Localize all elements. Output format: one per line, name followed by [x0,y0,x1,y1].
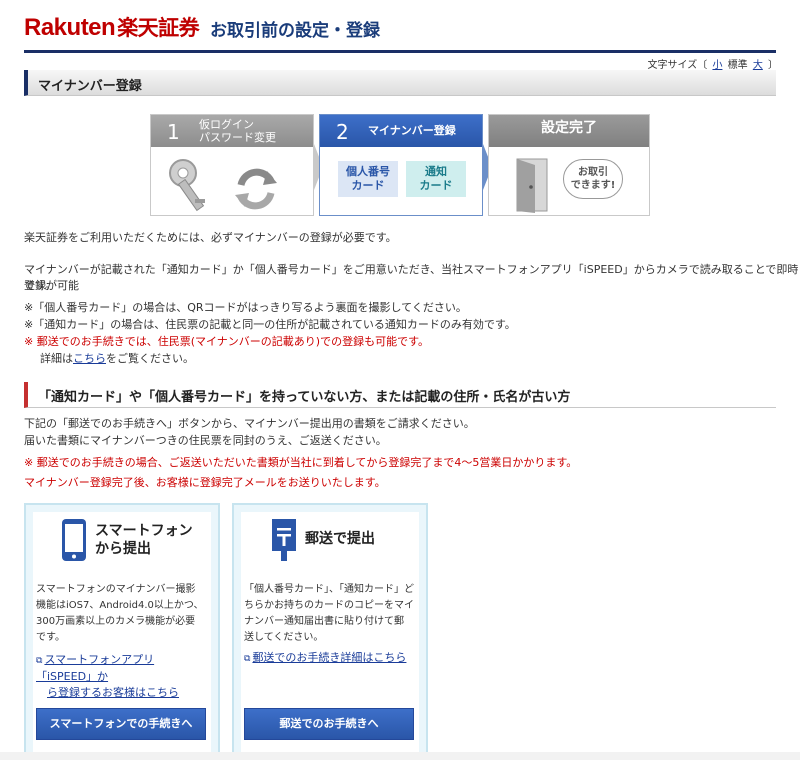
card-b-line1: 通知 [425,165,447,178]
step-2-number: 2 [336,120,349,144]
step-1-label-line2: パスワード変更 [199,131,276,144]
step-2-header: 2 マイナンバー登録 [320,115,482,147]
step-2-my-number: 2 マイナンバー登録 個人番号 カード 通知 カード [319,114,483,216]
intro-note-3: ※ 郵送でのお手続きでは、住民票(マイナンバーの記載あり)での登録も可能です。 [24,335,429,348]
smartphone-box-inner: スマートフォン から提出 スマートフォンのマイナンバー撮影 機能はiOS7、An… [33,512,211,756]
door-icon [516,158,548,213]
step-1-header: 1 仮ログイン パスワード変更 [151,115,313,147]
page-header: Rakuten楽天証券 お取引前の設定・登録 [0,0,800,53]
individual-number-card-tag: 個人番号 カード [338,161,398,197]
smartphone-submission-box: スマートフォン から提出 スマートフォンのマイナンバー撮影 機能はiOS7、An… [24,503,220,760]
logo-jp: 楽天証券 [117,17,200,40]
smartphone-procedure-button[interactable]: スマートフォンでの手続きへ [36,708,206,740]
smartphone-box-body: スマートフォンのマイナンバー撮影 機能はiOS7、Android4.0以上かつ、… [36,582,208,646]
no-card-subheading-bar: 「通知カード」や「個人番号カード」を持っていない方、または記載の住所・氏名が古い… [24,382,776,408]
section-title-bar: マイナンバー登録 [24,70,776,96]
note-4-pre: 詳細は [40,352,73,365]
smartphone-title-line2: から提出 [95,541,151,557]
sync-icon [235,168,277,210]
step-3-header: 設定完了 [489,115,649,147]
external-window-icon: ⧉ [36,656,43,666]
mail-info-line-1: 下記の「郵送でのお手続きへ」ボタンから、マイナンバー提出用の書類をご請求ください… [24,417,475,430]
mail-procedure-button[interactable]: 郵送でのお手続きへ [244,708,414,740]
font-size-switcher: 文字サイズ〔 小 標準 大 〕 [648,56,778,71]
header-divider [24,50,776,53]
smartphone-box-title: スマートフォン から提出 [95,522,193,558]
ispeed-link-line1[interactable]: スマートフォンアプリ「iSPEED」か [36,653,154,683]
card-a-line2: カード [351,179,385,192]
mail-box-title: 郵送で提出 [305,531,375,547]
mail-submission-box: 郵送で提出 「個人番号カード」、「通知カード」ど ちらかお持ちのカードのコピーを… [232,503,428,760]
intro-line-1: 楽天証券をご利用いただくためには、必ずマイナンバーの登録が必要です。 [24,231,397,244]
ispeed-register-link[interactable]: ⧉ スマートフォンアプリ「iSPEED」か ら登録するお客様はこちら [36,652,208,701]
intro-note-4: 詳細はこちらをご覧ください。 [40,351,194,367]
step-3-complete: 設定完了 お取引 できます! [488,114,650,216]
ispeed-link-line2[interactable]: ら登録するお客様はこちら [47,686,179,699]
smartphone-body-line3: 300万画素以上のカメラ機能が必要 [36,616,196,627]
step-1-label: 仮ログイン パスワード変更 [199,118,276,144]
step-3-label: 設定完了 [541,120,597,136]
smartphone-body-line1: スマートフォンのマイナンバー撮影 [36,584,196,595]
intro-line-2a: マイナンバーが記載された「通知カード」か「個人番号カード」をご用意いただき、当社… [24,263,799,292]
mail-info-line-3: ※ 郵送でのお手続きの場合、ご返送いただいた書類が当社に到着してから登録完了まで… [24,456,578,469]
mail-body-line2: ちらかお持ちのカードのコピーをマイ [244,600,414,611]
bubble-line1: お取引 [578,167,608,178]
no-card-subheading: 「通知カード」や「個人番号カード」を持っていない方、または記載の住所・氏名が古い… [38,390,571,405]
mail-body-line4: 送してください。 [244,632,324,643]
intro-line-2b: です。 [24,279,56,292]
footer-band [0,752,800,760]
external-window-icon: ⧉ [244,654,251,664]
notification-card-tag: 通知 カード [406,161,466,197]
smartphone-body-line2: 機能はiOS7、Android4.0以上かつ、 [36,600,204,611]
header-title: お取引前の設定・登録 [210,21,380,41]
details-link[interactable]: こちら [73,352,106,365]
note-4-post: をご覧ください。 [106,352,194,365]
key-icon [169,159,205,212]
mail-info-line-4: マイナンバー登録完了後、お客様に登録完了メールをお送りいたします。 [24,476,386,489]
section-title: マイナンバー登録 [38,79,142,94]
mail-box-body: 「個人番号カード」、「通知カード」ど ちらかお持ちのカードのコピーをマイ ナンバ… [244,582,416,646]
step-1-password-change: 1 仮ログイン パスワード変更 [150,114,314,216]
mail-info-line-2: 届いた書類にマイナンバーつきの住民票を同封のうえ、ご返送ください。 [24,434,387,447]
smartphone-icon [62,519,86,561]
smartphone-title-line1: スマートフォン [95,523,193,539]
card-b-line2: カード [419,179,453,192]
step-2-label: マイナンバー登録 [368,124,456,137]
intro-note-2: ※「通知カード」の場合は、住民票の記載と同一の住所が記載されている通知カードのみ… [24,318,516,331]
mail-body-line3: ナンバー通知届出書に貼り付けて郵 [244,616,404,627]
mail-details-link[interactable]: 郵送でのお手続き詳細はこちら [252,651,406,664]
bubble-line2: できます! [570,180,616,191]
step-1-label-line1: 仮ログイン [199,118,254,131]
card-a-line1: 個人番号 [346,165,390,178]
mail-details-link-row[interactable]: ⧉ 郵送でのお手続き詳細はこちら [244,650,416,667]
intro-note-1: ※「個人番号カード」の場合は、QRコードがはっきり写るよう裏面を撮影してください… [24,301,467,314]
mail-body-line1: 「個人番号カード」、「通知カード」ど [244,584,414,595]
smartphone-body-line4: です。 [36,632,65,643]
trade-ready-bubble: お取引 できます! [563,159,623,199]
logo-latin: Rakuten [24,14,116,41]
step-1-number: 1 [167,120,180,144]
mailbox-icon [272,519,296,561]
mail-box-inner: 郵送で提出 「個人番号カード」、「通知カード」ど ちらかお持ちのカードのコピーを… [241,512,419,756]
rakuten-logo[interactable]: Rakuten楽天証券 [24,12,200,42]
